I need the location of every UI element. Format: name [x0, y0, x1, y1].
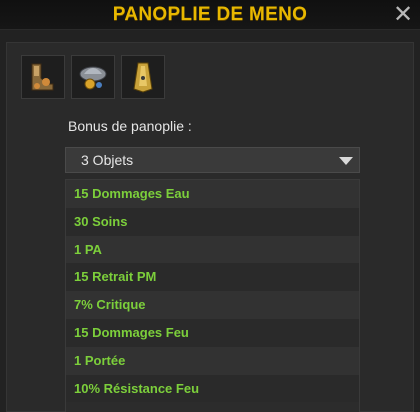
bonus-item: 30 Soins	[66, 207, 359, 236]
cape-item-icon	[133, 62, 153, 93]
title-bar: PANOPLIE DE MENO ✕	[0, 0, 420, 30]
bonus-item: 7% Critique	[66, 291, 359, 319]
item-slot-boots[interactable]	[21, 55, 65, 99]
bonus-item: 15 Dommages Eau	[66, 180, 359, 208]
window-title: PANOPLIE DE MENO	[112, 4, 308, 25]
bonus-item: 1 PA	[66, 235, 359, 264]
object-count-select[interactable]: 3 Objets	[65, 147, 360, 173]
bonus-list: 15 Dommages Eau 30 Soins 1 PA 15 Retrait…	[65, 179, 360, 412]
close-button[interactable]: ✕	[392, 2, 414, 26]
object-count-value: 3 Objets	[81, 152, 134, 168]
item-slot-hat[interactable]	[71, 55, 115, 99]
bonus-item: 1 Portée	[66, 346, 359, 375]
boots-item-icon	[31, 63, 54, 91]
bonus-item: 15 Retrait PM	[66, 263, 359, 292]
set-window: PANOPLIE DE MENO ✕ Bonus de panoplie: 3…	[0, 0, 420, 412]
set-panel: Bonus de panoplie : 3 Objets 15 Dommages…	[6, 42, 414, 412]
hat-item-icon	[79, 66, 107, 90]
set-bonus-label: Bonus de panoplie :	[68, 118, 192, 134]
bonus-item: 10% Résistance Feu	[66, 374, 359, 403]
bonus-item: 15 Dommages Feu	[66, 318, 359, 347]
item-slot-cape[interactable]	[121, 55, 165, 99]
chevron-down-icon	[339, 157, 353, 165]
